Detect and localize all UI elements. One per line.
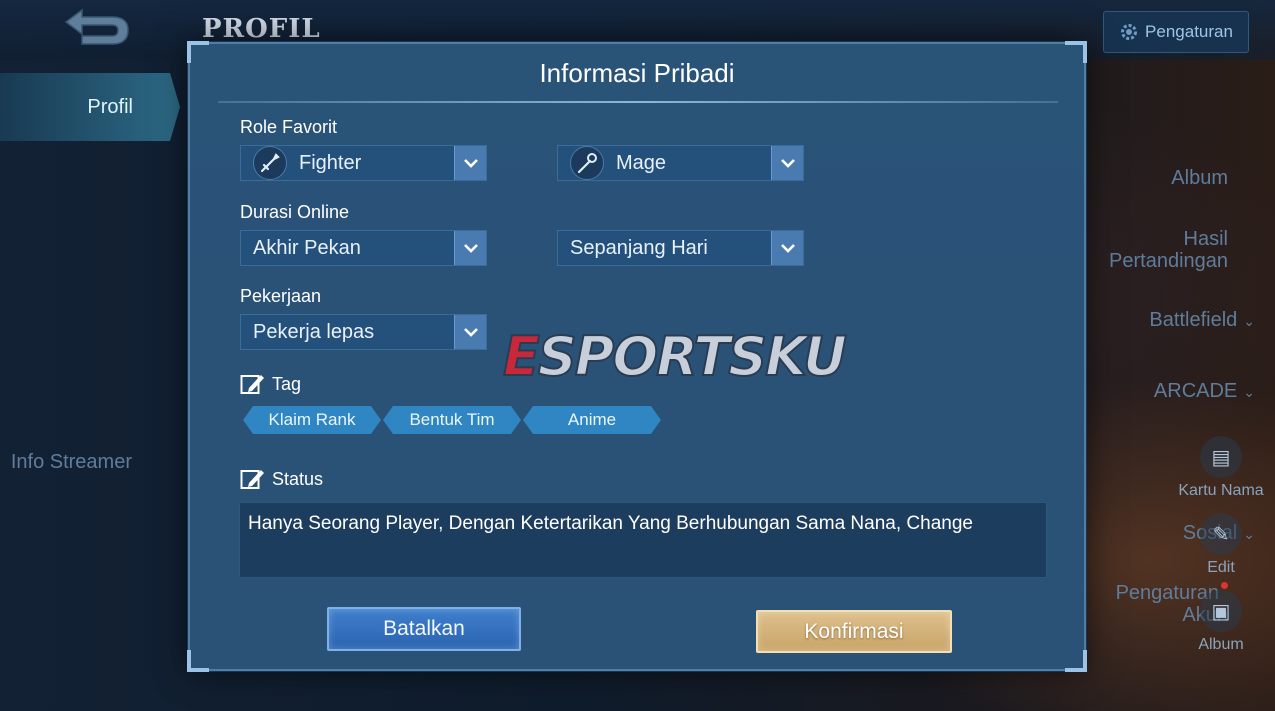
status-label: Status	[272, 468, 324, 489]
edit-label: Edit	[1207, 559, 1235, 576]
sidebar-item-label: Info Streamer	[10, 451, 132, 473]
sidebar-item-profil[interactable]: Profil	[0, 73, 180, 141]
sidebar-item-label: Pertandingan	[1109, 250, 1228, 272]
settings-label: Pengaturan	[1145, 22, 1233, 41]
esportsku-watermark: E SPORTSKU	[502, 323, 848, 389]
corner-ornament	[187, 650, 209, 672]
notification-dot	[1221, 582, 1228, 589]
sidebar-item-label: ARCADE	[1153, 380, 1238, 402]
cancel-button[interactable]: Batalkan	[327, 607, 521, 651]
role-favorit-label: Role Favorit	[240, 117, 338, 137]
album-button[interactable]: ▣ Album	[1166, 590, 1275, 654]
role-2-dropdown[interactable]: Mage	[557, 145, 804, 181]
tag-chip[interactable]: Bentuk Tim	[383, 406, 521, 434]
status-textarea[interactable]: Hanya Seorang Player, Dengan Ketertarika…	[239, 502, 1047, 578]
edit-icon[interactable]	[240, 372, 266, 396]
sidebar-item-label: Hasil	[1183, 228, 1228, 250]
chevron-down-icon	[771, 146, 803, 180]
back-arrow-icon	[64, 8, 129, 45]
corner-ornament	[1065, 650, 1087, 672]
image-icon: ▣	[1200, 590, 1242, 632]
duration-2-value: Sepanjang Hari	[570, 236, 708, 259]
tag-header[interactable]: Tag	[240, 372, 301, 396]
dialog-title: Informasi Pribadi	[539, 58, 735, 88]
watermark-text: SPORTSKU	[537, 324, 848, 389]
tag-list: Klaim Rank Bentuk Tim Anime	[243, 406, 663, 434]
chevron-down-icon	[771, 231, 803, 265]
durasi-online-label: Durasi Online	[240, 202, 350, 222]
status-header[interactable]: Status	[240, 467, 323, 491]
duration-2-dropdown[interactable]: Sepanjang Hari	[557, 230, 804, 266]
page-title: PROFIL	[202, 14, 321, 44]
settings-button[interactable]: Pengaturan	[1103, 11, 1249, 53]
sidebar-item-label: Battlefield	[1149, 309, 1238, 331]
title-divider	[218, 101, 1058, 103]
sidebar-item-hasil-pertandingan[interactable]: Hasil Pertandingan	[1109, 228, 1228, 272]
album-label: Album	[1198, 636, 1244, 653]
watermark-letter: E	[502, 324, 541, 389]
confirm-button[interactable]: Konfirmasi	[756, 610, 952, 653]
chevron-down-icon	[454, 315, 486, 349]
sidebar-item-arcade[interactable]: ARCADE ⌄	[1154, 380, 1255, 403]
job-value: Pekerja lepas	[253, 320, 375, 343]
kartu-nama-button[interactable]: ▤ Kartu Nama	[1166, 436, 1275, 500]
sidebar-item-info-streamer[interactable]: Info Streamer	[11, 451, 132, 473]
gear-icon	[1121, 24, 1138, 40]
tag-label: Tag	[272, 373, 302, 394]
job-dropdown[interactable]: Pekerja lepas	[240, 314, 487, 350]
duration-1-dropdown[interactable]: Akhir Pekan	[240, 230, 487, 266]
role-1-dropdown[interactable]: Fighter	[240, 145, 487, 181]
chevron-down-icon: ⌄	[1243, 313, 1255, 329]
card-icon: ▤	[1200, 436, 1242, 478]
role-2-value: Mage	[616, 151, 667, 174]
duration-1-value: Akhir Pekan	[253, 236, 361, 259]
edit-icon[interactable]	[240, 467, 266, 491]
edit-button[interactable]: ✎ Edit	[1166, 513, 1275, 577]
tag-chip[interactable]: Klaim Rank	[243, 406, 381, 434]
tag-chip[interactable]: Anime	[523, 406, 661, 434]
chevron-down-icon	[454, 231, 486, 265]
pekerjaan-label: Pekerjaan	[240, 286, 322, 306]
edit-icon: ✎	[1200, 513, 1242, 555]
back-button[interactable]	[58, 8, 132, 48]
sidebar-item-battlefield[interactable]: Battlefield ⌄	[1149, 309, 1255, 332]
staff-icon	[570, 146, 604, 180]
sidebar-item-label: Album	[1171, 167, 1228, 189]
sidebar-item-album[interactable]: Album	[1171, 167, 1228, 189]
sidebar-item-label: Profil	[87, 96, 133, 118]
sword-icon	[253, 146, 287, 180]
chevron-down-icon: ⌄	[1243, 384, 1255, 400]
chevron-down-icon	[454, 146, 486, 180]
role-1-value: Fighter	[299, 151, 362, 174]
kartu-nama-label: Kartu Nama	[1178, 482, 1264, 499]
